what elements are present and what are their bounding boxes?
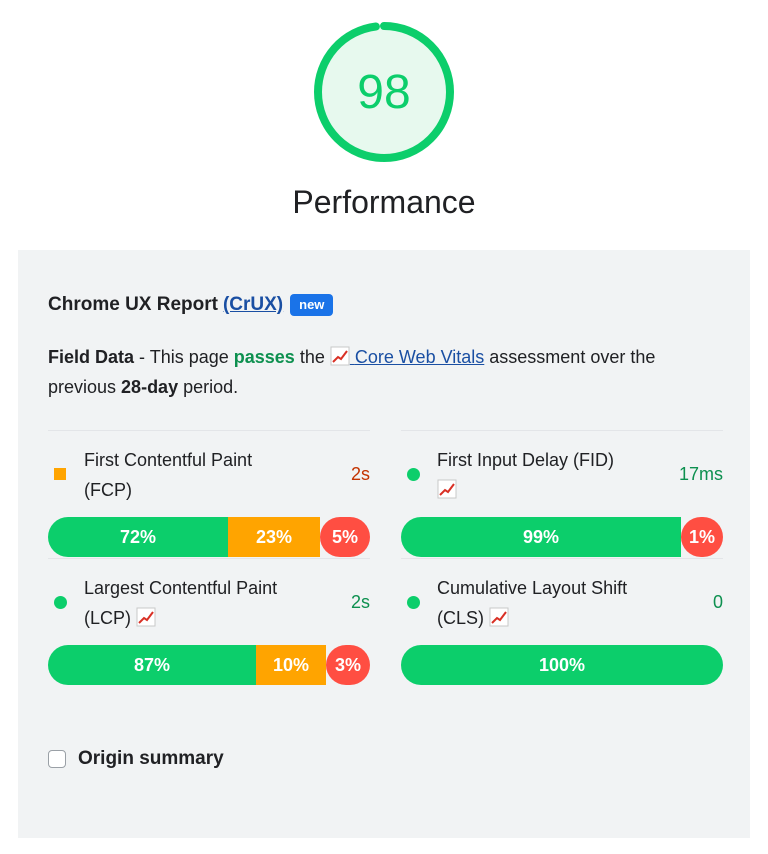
good-circle-icon bbox=[407, 596, 420, 609]
average-segment: 10% bbox=[256, 645, 326, 685]
average-segment: 23% bbox=[228, 517, 320, 557]
chart-increasing-icon bbox=[330, 346, 350, 366]
core-vital-icon bbox=[136, 607, 156, 627]
metric-name-text: Largest Contentful Paint (LCP) bbox=[84, 578, 278, 628]
metric-name: Cumulative Layout Shift (CLS) bbox=[437, 573, 657, 633]
score-value: 98 bbox=[357, 65, 411, 119]
core-web-vitals-link-text: Core Web Vitals bbox=[354, 347, 485, 367]
performance-score-section: 98 Performance bbox=[0, 0, 768, 240]
good-circle-icon bbox=[407, 468, 420, 481]
crux-title: Chrome UX Report bbox=[48, 294, 218, 315]
good-segment: 99% bbox=[401, 517, 681, 557]
field-data-label: Field Data bbox=[48, 347, 135, 367]
metric-fcp: First Contentful Paint (FCP) 2s 72% 23% … bbox=[48, 430, 370, 557]
distribution-bar: 99% 1% bbox=[401, 517, 723, 557]
metric-divider bbox=[401, 430, 723, 431]
origin-summary-checkbox[interactable] bbox=[48, 750, 66, 768]
crux-heading: Chrome UX Report (CrUX) new bbox=[48, 294, 334, 316]
metric-name: First Contentful Paint (FCP) bbox=[84, 450, 253, 500]
good-segment: 72% bbox=[48, 517, 228, 557]
metric-divider bbox=[48, 430, 370, 431]
new-badge: new bbox=[290, 294, 334, 316]
core-web-vitals-link[interactable]: Core Web Vitals bbox=[330, 346, 485, 367]
metric-name-text: First Input Delay (FID) bbox=[437, 450, 615, 470]
core-vital-icon bbox=[437, 479, 457, 499]
field-data-text-2: the bbox=[294, 347, 330, 367]
field-data-summary: Field Data - This page passes the Core W… bbox=[48, 342, 728, 402]
average-square-icon bbox=[54, 468, 66, 480]
good-segment: 87% bbox=[48, 645, 256, 685]
metric-name-text: Cumulative Layout Shift (CLS) bbox=[437, 578, 628, 628]
metric-cls: Cumulative Layout Shift (CLS) 0 100% bbox=[401, 558, 723, 685]
metric-value: 2s bbox=[350, 592, 370, 612]
metric-value: 0 bbox=[712, 592, 723, 612]
distribution-bar: 100% bbox=[401, 645, 723, 685]
crux-link[interactable]: (CrUX) bbox=[223, 294, 283, 316]
metric-divider bbox=[48, 558, 370, 559]
core-vital-icon bbox=[489, 607, 509, 627]
field-data-text: - This page bbox=[134, 347, 234, 367]
pass-status: passes bbox=[233, 347, 295, 367]
metric-value: 2s bbox=[350, 464, 370, 484]
origin-summary-toggle[interactable]: Origin summary bbox=[48, 748, 224, 770]
metric-name: Largest Contentful Paint (LCP) bbox=[84, 573, 304, 633]
metric-value: 17ms bbox=[678, 464, 723, 484]
metric-fid: First Input Delay (FID) 17ms 99% 1% bbox=[401, 430, 723, 557]
distribution-bar: 87% 10% 3% bbox=[48, 645, 370, 685]
poor-segment: 5% bbox=[320, 517, 370, 557]
score-label: Performance bbox=[292, 184, 476, 220]
poor-segment: 3% bbox=[326, 645, 370, 685]
poor-segment: 1% bbox=[681, 517, 723, 557]
period-value: 28-day bbox=[121, 377, 179, 397]
origin-summary-label: Origin summary bbox=[78, 748, 224, 769]
good-segment: 100% bbox=[401, 645, 723, 685]
crux-panel: Chrome UX Report (CrUX) new Field Data -… bbox=[18, 250, 750, 838]
good-circle-icon bbox=[54, 596, 67, 609]
metric-divider bbox=[401, 558, 723, 559]
distribution-bar: 72% 23% 5% bbox=[48, 517, 370, 557]
field-data-text-4: period. bbox=[178, 377, 239, 397]
metric-name: First Input Delay (FID) bbox=[437, 445, 657, 505]
metric-lcp: Largest Contentful Paint (LCP) 2s 87% 10… bbox=[48, 558, 370, 685]
